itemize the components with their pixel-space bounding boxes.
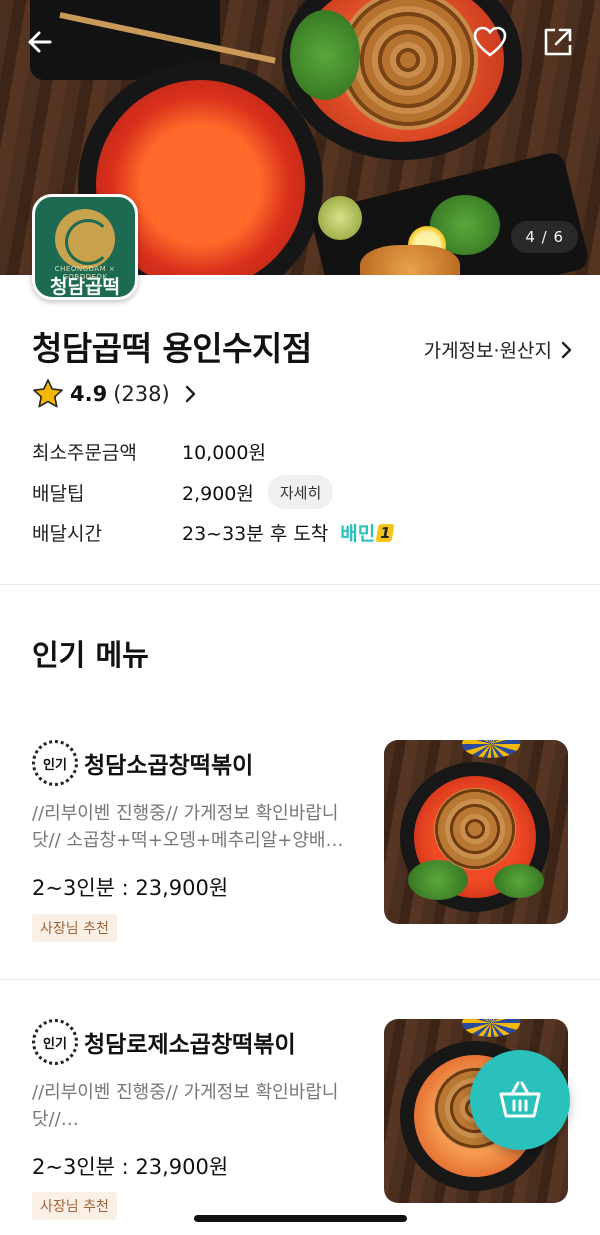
menu-description: //리부이벤 진행중// 가게정보 확인바랍니닷//… — [32, 1082, 339, 1130]
home-indicator[interactable] — [194, 1215, 407, 1222]
menu-name-row: 인기 청담로제소곱창떡볶이 — [32, 1019, 296, 1065]
image-counter: 4 / 6 — [511, 221, 578, 253]
chevron-right-icon — [561, 341, 572, 358]
favorite-button[interactable] — [470, 22, 510, 62]
menu-thumbnail — [384, 740, 568, 924]
delivery-tip-label: 배달팁 — [32, 482, 85, 505]
rating-link[interactable]: 4.9 (238) — [32, 378, 196, 410]
delivery-time-label: 배달시간 — [32, 523, 102, 545]
shopping-basket-icon — [499, 1081, 541, 1118]
popular-badge: 인기 — [32, 1019, 78, 1065]
logo-emblem — [55, 209, 115, 269]
delivery-tip-detail-button[interactable]: 자세히 — [267, 475, 334, 509]
rating-score: 4.9 — [70, 382, 108, 406]
share-icon — [544, 28, 572, 56]
min-order-label: 최소주문금액 — [32, 442, 137, 464]
thumb-plate — [462, 1019, 520, 1037]
min-order-row: 최소주문금액 10,000원 — [32, 438, 266, 465]
cart-button[interactable] — [470, 1050, 570, 1150]
thumb-sausage — [434, 788, 516, 870]
delivery-time-value: 23~33분 후 도착 — [182, 523, 329, 545]
hero-herb — [290, 10, 360, 100]
thumb-plate — [462, 740, 520, 758]
thumb-leaf — [494, 864, 544, 898]
star-icon — [33, 379, 63, 408]
hero-cutlet — [360, 245, 460, 275]
popular-badge: 인기 — [32, 740, 78, 786]
arrow-left-icon — [28, 31, 52, 53]
min-order-value: 10,000원 — [182, 442, 266, 464]
hero-pickle — [318, 196, 362, 240]
baemin1-text: 배민 — [340, 523, 376, 545]
chevron-right-icon — [185, 385, 195, 403]
popular-menu-title: 인기 메뉴 — [32, 638, 149, 672]
menu-divider — [0, 979, 600, 980]
menu-name: 청담소곱창떡볶이 — [84, 753, 254, 779]
store-logo: CHEONGDAM × GOBDDEOK 청담곱떡 — [32, 194, 138, 300]
section-divider — [0, 584, 600, 585]
back-button[interactable] — [20, 22, 60, 62]
menu-item[interactable]: 인기 청담소곱창떡볶이 //리부이벤 진행중// 가게정보 확인바랍니닷// 소… — [0, 740, 600, 960]
delivery-tip-row: 배달팁 2,900원 자세히 — [32, 475, 334, 509]
menu-description: //리부이벤 진행중// 가게정보 확인바랍니닷// 소곱창+떡+오뎅+메추리알… — [32, 803, 344, 851]
menu-name: 청담로제소곱창떡볶이 — [84, 1032, 296, 1058]
owner-recommend-tag: 사장님 추천 — [32, 1192, 117, 1220]
review-count: (238) — [113, 382, 170, 406]
delivery-tip-value: 2,900원 — [182, 482, 254, 505]
store-info-link[interactable]: 가게정보·원산지 — [424, 336, 572, 363]
heart-icon — [473, 26, 507, 57]
owner-recommend-tag: 사장님 추천 — [32, 914, 117, 942]
baemin1-number: 1 — [375, 523, 396, 542]
menu-name-row: 인기 청담소곱창떡볶이 — [32, 740, 253, 786]
share-button[interactable] — [538, 22, 578, 62]
menu-price: 2~3인분 : 23,900원 — [32, 1155, 229, 1179]
baemin1-badge: 배민 1 — [340, 519, 396, 546]
logo-name: 청담곱떡 — [50, 276, 120, 298]
delivery-time-row: 배달시간 23~33분 후 도착 배민 1 — [32, 519, 396, 546]
store-info-label: 가게정보·원산지 — [423, 340, 552, 362]
store-name: 청담곱떡 용인수지점 — [32, 329, 312, 368]
menu-price: 2~3인분 : 23,900원 — [32, 876, 229, 900]
